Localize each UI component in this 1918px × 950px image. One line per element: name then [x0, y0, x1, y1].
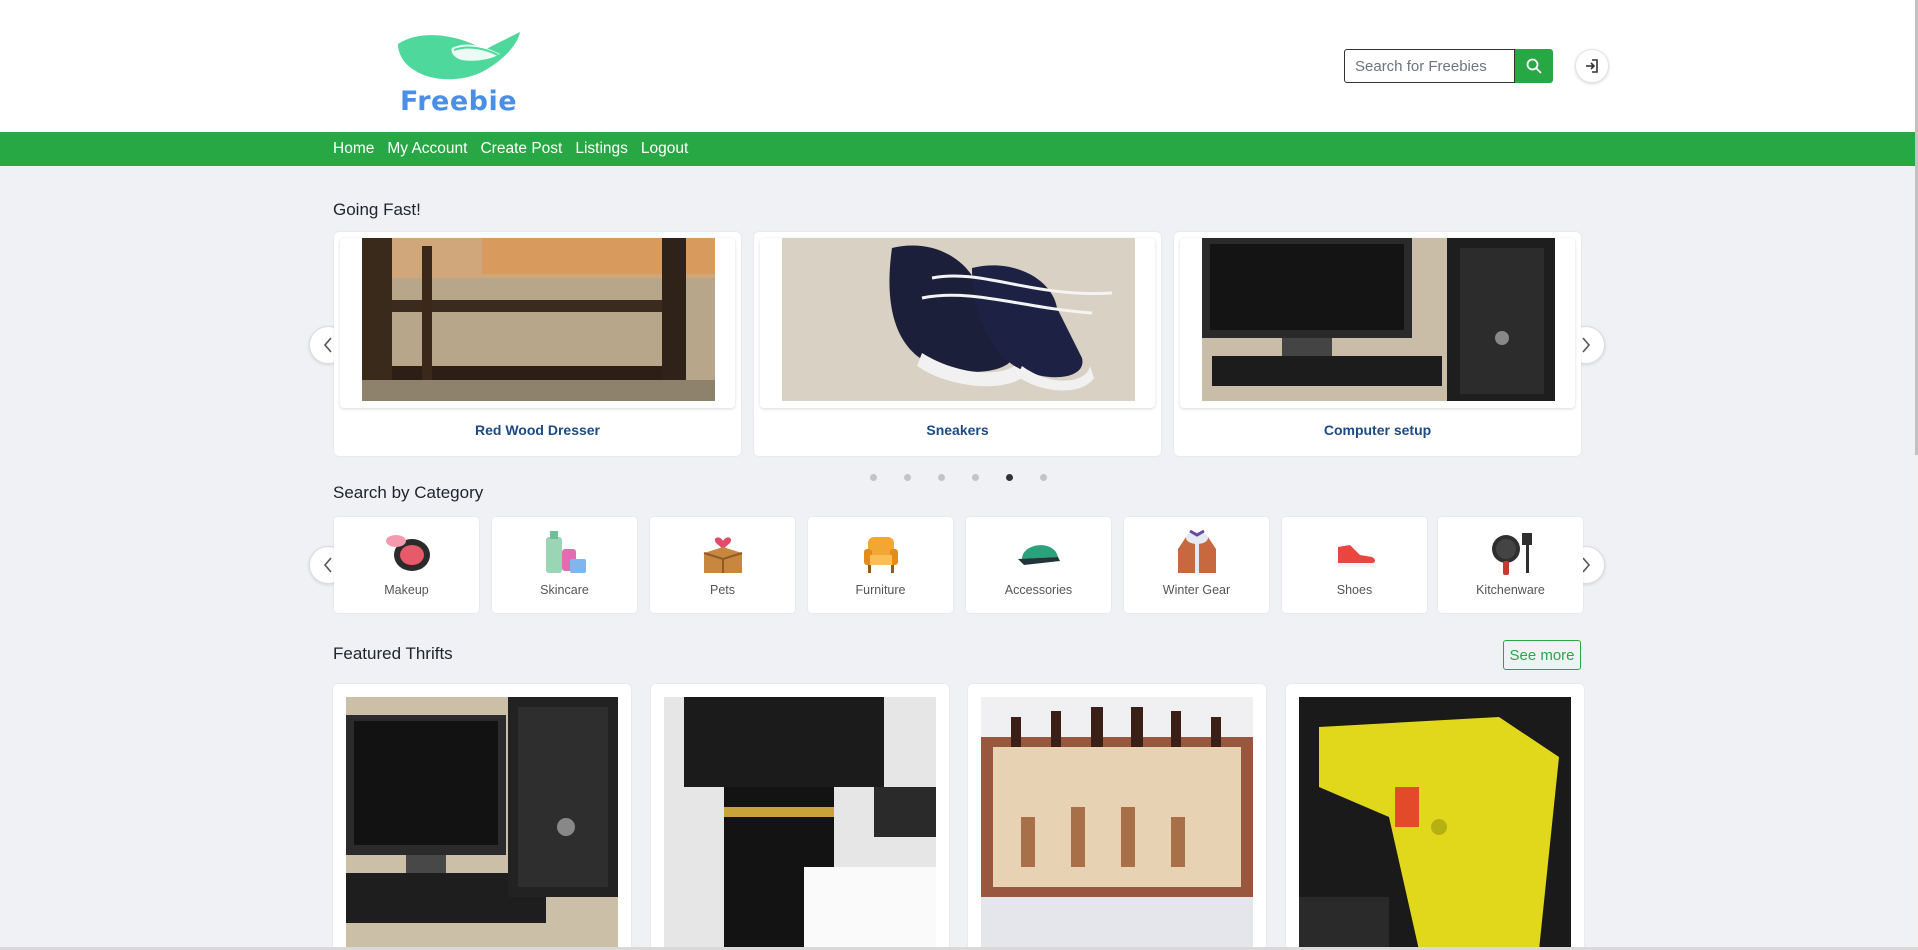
category-label: Accessories — [1004, 583, 1073, 597]
brand-name: Freebie — [400, 86, 518, 117]
category-furniture[interactable]: Furniture — [808, 517, 953, 613]
category-shoes[interactable]: Shoes — [1282, 517, 1427, 613]
pan-icon — [1491, 533, 1532, 575]
category-kitchenware[interactable]: Kitchenware — [1438, 517, 1583, 613]
going-fast-card[interactable]: Sneakers — [754, 232, 1161, 456]
computer-photo[interactable] — [1202, 238, 1555, 401]
carousel-dot[interactable] — [938, 474, 945, 481]
featured-card[interactable] — [1286, 684, 1584, 950]
carousel-dot[interactable] — [904, 474, 911, 481]
category-pets[interactable]: Pets — [650, 517, 795, 613]
carousel-dot-active[interactable] — [1006, 474, 1013, 481]
category-section-title: Search by Category — [333, 483, 484, 502]
carousel-dot[interactable] — [1040, 474, 1047, 481]
featured-section-title: Featured Thrifts — [333, 644, 453, 663]
skincare-icon — [545, 531, 586, 573]
card-image-frame — [1180, 238, 1575, 408]
dresser-photo[interactable] — [362, 238, 715, 401]
category-winter-gear[interactable]: Winter Gear — [1124, 517, 1269, 613]
sneaker-icon — [1337, 545, 1375, 567]
pets-icon — [703, 537, 742, 573]
cap-icon — [1017, 545, 1060, 565]
site-header: Freebie — [0, 0, 1918, 132]
nav-listings[interactable]: Listings — [575, 140, 628, 158]
search-button[interactable] — [1515, 49, 1553, 83]
computer-photo[interactable] — [346, 697, 618, 950]
category-skincare[interactable]: Skincare — [492, 517, 637, 613]
nikon-camera-photo[interactable] — [664, 697, 936, 950]
featured-card[interactable] — [968, 684, 1266, 950]
nerf-blaster-photo[interactable] — [1299, 697, 1571, 950]
card-image-frame — [340, 238, 735, 408]
sneakers-photo[interactable] — [782, 238, 1135, 401]
chevron-right-icon — [1582, 337, 1591, 353]
going-fast-card[interactable]: Red Wood Dresser — [334, 232, 741, 456]
category-makeup[interactable]: Makeup — [334, 517, 479, 613]
nav-home[interactable]: Home — [333, 140, 374, 158]
nav-logout[interactable]: Logout — [641, 140, 688, 158]
main-navbar: Home My Account Create Post Listings Log… — [0, 132, 1918, 166]
chess-board-photo[interactable] — [981, 697, 1253, 950]
nav-my-account[interactable]: My Account — [387, 140, 467, 158]
going-fast-title: Going Fast! — [333, 200, 421, 219]
nav-create-post[interactable]: Create Post — [480, 140, 562, 158]
chevron-left-icon — [323, 557, 332, 573]
card-title[interactable]: Sneakers — [754, 422, 1161, 438]
card-title[interactable]: Red Wood Dresser — [334, 422, 741, 438]
furniture-icon — [863, 537, 898, 573]
category-label: Pets — [709, 583, 735, 597]
category-label: Makeup — [384, 583, 429, 597]
card-image-frame — [760, 238, 1155, 408]
carousel-dot[interactable] — [972, 474, 979, 481]
featured-card[interactable] — [651, 684, 949, 950]
featured-card[interactable] — [333, 684, 631, 950]
winter-coat-icon — [1177, 529, 1216, 573]
chevron-left-icon — [323, 337, 332, 353]
hand-leaf-icon — [398, 32, 520, 80]
category-label: Shoes — [1336, 583, 1373, 597]
card-title[interactable]: Computer setup — [1174, 422, 1581, 438]
makeup-icon — [385, 535, 430, 571]
category-accessories[interactable]: Accessories — [966, 517, 1111, 613]
category-label: Skincare — [540, 583, 589, 597]
see-more-button[interactable]: See more — [1503, 640, 1581, 670]
freebie-logo[interactable]: Freebie — [392, 30, 524, 118]
search-icon — [1526, 58, 1542, 74]
category-label: Winter Gear — [1162, 583, 1231, 597]
sign-in-icon — [1586, 59, 1598, 73]
category-label: Furniture — [855, 583, 906, 597]
search-input[interactable] — [1344, 49, 1515, 83]
login-button[interactable] — [1575, 49, 1609, 83]
nav-links: Home My Account Create Post Listings Log… — [333, 132, 701, 166]
category-label: Kitchenware — [1476, 583, 1545, 597]
going-fast-card[interactable]: Computer setup — [1174, 232, 1581, 456]
carousel-dot[interactable] — [870, 474, 877, 481]
